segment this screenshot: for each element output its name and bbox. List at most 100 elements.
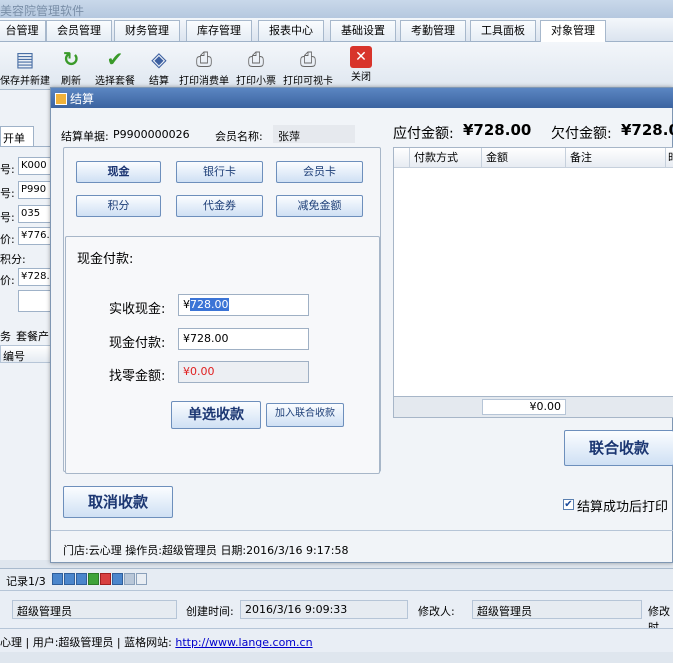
print-receipt-label: 打印消费单 — [179, 76, 229, 87]
record-count: 记录1/3 — [6, 575, 46, 588]
points-button[interactable]: 积分 — [76, 195, 161, 217]
owed-amount: ¥728.00 — [621, 121, 673, 139]
last-icon[interactable] — [76, 573, 87, 585]
post-icon[interactable] — [124, 573, 135, 585]
print-card-button[interactable]: ⎙ 打印可视卡 — [282, 46, 334, 87]
payments-grid[interactable]: 付款方式 金额 备注 时 — [393, 147, 673, 418]
printer-icon: ⎙ — [300, 47, 316, 71]
voucher-button[interactable]: 代金券 — [176, 195, 263, 217]
bottom-strip — [0, 652, 673, 663]
cash-pay-input[interactable]: ¥728.00 — [178, 328, 309, 350]
print-receipt-button[interactable]: ⎙ 打印消费单 — [178, 46, 230, 87]
fast-forward-icon[interactable] — [64, 573, 75, 585]
site-link[interactable]: http://www.lange.com.cn — [175, 636, 312, 649]
divider — [0, 146, 55, 147]
grid-footer: ¥0.00 — [393, 396, 673, 418]
change-field: ¥0.00 — [178, 361, 309, 383]
status-store: 心理 — [0, 636, 22, 649]
tab-tool-panel[interactable]: 工具面板 — [470, 20, 536, 41]
tab-member-management[interactable]: 会员管理 — [46, 20, 112, 41]
select-package-label: 选择套餐 — [95, 76, 135, 87]
print-ticket-label: 打印小票 — [236, 76, 276, 87]
dialog-footer: 门店:云心理 操作员:超级管理员 日期:2016/3/16 9:17:58 — [63, 542, 348, 558]
col-header-remark[interactable]: 备注 — [566, 148, 666, 168]
record-info-bar: 超级管理员 创建时间: 2016/3/16 9:09:33 修改人: 超级管理员… — [0, 590, 673, 634]
close-button[interactable]: ✕ 关闭 — [342, 46, 380, 83]
app-title-bar: 美容院管理软件 — [0, 0, 673, 18]
received-prefix: ¥ — [183, 298, 190, 311]
cash-pay-label: 现金付款: — [109, 336, 166, 351]
save-and-new-button[interactable]: ▤ 保存并新建 — [0, 46, 50, 87]
print-ticket-button[interactable]: ⎙ 打印小票 — [232, 46, 280, 87]
refresh-icon: ↻ — [62, 47, 80, 71]
combined-pay-button[interactable]: 联合收款 — [564, 430, 673, 466]
field-label: 号: — [0, 187, 15, 200]
field-label: 号: — [0, 163, 15, 176]
member-name-field: 张萍 — [273, 125, 355, 143]
single-pay-button[interactable]: 单选收款 — [171, 401, 261, 429]
dialog-title-bar[interactable]: 结算 — [51, 88, 673, 108]
member-name-label: 会员名称: — [215, 130, 263, 143]
col-header-code: 编号 — [0, 345, 55, 363]
refresh-label: 刷新 — [61, 76, 81, 87]
next-icon[interactable] — [52, 573, 63, 585]
tab-report-center[interactable]: 报表中心 — [258, 20, 324, 41]
record-navigator: 记录1/3 — [0, 568, 673, 590]
received-value: 728.00 — [190, 298, 229, 311]
select-package-button[interactable]: ✔ 选择套餐 — [92, 46, 138, 87]
subtab-service[interactable]: 务 — [0, 328, 11, 344]
points-label: 积分: — [0, 253, 26, 266]
date-value: 2016/3/16 9:17:58 — [246, 544, 349, 557]
modifier-label: 修改人: — [418, 605, 455, 618]
cash-section-title: 现金付款: — [77, 252, 134, 267]
field-label: 价: — [0, 274, 15, 287]
subtab-package[interactable]: 套餐产 — [16, 328, 49, 344]
add-combined-pay-button[interactable]: 加入联合收款 — [266, 403, 344, 427]
discount-button[interactable]: 减免金额 — [276, 195, 363, 217]
grid-indicator-col — [394, 148, 410, 168]
operator-value: 超级管理员 — [161, 544, 217, 557]
grid-total-amount: ¥0.00 — [482, 399, 566, 415]
col-header-time[interactable]: 时 — [666, 148, 673, 168]
col-header-amount[interactable]: 金额 — [482, 148, 566, 168]
tab-attendance-management[interactable]: 考勤管理 — [400, 20, 466, 41]
tab-finance-management[interactable]: 财务管理 — [114, 20, 180, 41]
close-label: 关闭 — [351, 72, 371, 83]
received-cash-input[interactable]: ¥728.00 — [178, 294, 309, 316]
cash-button[interactable]: 现金 — [76, 161, 161, 183]
status-user-label: 用户: — [32, 636, 59, 649]
dialog-title: 结算 — [70, 92, 95, 106]
tab-basic-settings[interactable]: 基础设置 — [330, 20, 396, 41]
app-title: 美容院管理软件 — [0, 4, 85, 18]
separator: | — [25, 636, 33, 649]
tab-front-desk[interactable]: 台管理 — [0, 20, 46, 41]
status-bar: 心理 | 用户:超级管理员 | 蓝格网站: http://www.lange.c… — [0, 628, 673, 652]
cancel-payment-button[interactable]: 取消收款 — [63, 486, 173, 518]
printer-icon: ⎙ — [248, 47, 264, 71]
payable-label: 应付金额: — [393, 126, 454, 142]
order-no-label: 结算单据: — [61, 130, 109, 143]
owed-label: 欠付金额: — [551, 126, 612, 142]
checkout-button[interactable]: ◈ 结算 — [140, 46, 178, 87]
modifier-field: 超级管理员 — [472, 600, 642, 619]
nav-buttons — [52, 573, 164, 587]
tab-open-order[interactable]: 开单 — [0, 126, 34, 146]
print-after-checkbox[interactable]: ✔ — [563, 499, 574, 510]
col-header-payment-method[interactable]: 付款方式 — [410, 148, 482, 168]
tab-object-management[interactable]: 对象管理 — [540, 20, 606, 42]
member-card-button[interactable]: 会员卡 — [276, 161, 363, 183]
edit-icon[interactable] — [112, 573, 123, 585]
save-icon: ▤ — [15, 47, 35, 71]
add-icon[interactable] — [88, 573, 99, 585]
status-site-label: 蓝格网站: — [124, 636, 172, 649]
delete-icon[interactable] — [100, 573, 111, 585]
tab-inventory-management[interactable]: 库存管理 — [186, 20, 252, 41]
created-time-label: 创建时间: — [186, 605, 234, 618]
checkmark-icon: ✔ — [106, 47, 124, 71]
bank-card-button[interactable]: 银行卡 — [176, 161, 263, 183]
cancel-icon[interactable] — [136, 573, 147, 585]
refresh-button[interactable]: ↻ 刷新 — [52, 46, 90, 87]
checkout-dialog: 结算 结算单据: P9900000026 会员名称: 张萍 应付金额: ¥728… — [50, 87, 673, 563]
creator-field: 超级管理员 — [12, 600, 177, 619]
change-label: 找零金额: — [109, 369, 166, 384]
